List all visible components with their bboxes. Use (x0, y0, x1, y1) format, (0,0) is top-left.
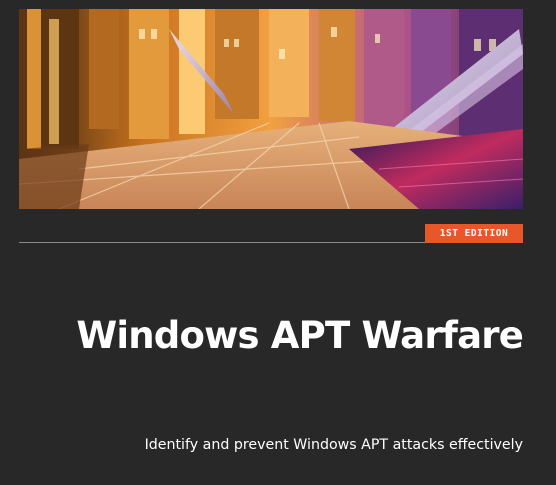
book-subtitle: Identify and prevent Windows APT attacks… (144, 437, 523, 453)
book-title: Windows APT Warfare (76, 314, 523, 357)
edition-badge: 1ST EDITION (425, 224, 523, 243)
book-cover: 1ST EDITION Windows APT Warfare Identify… (0, 0, 556, 485)
cover-photo (19, 9, 523, 209)
